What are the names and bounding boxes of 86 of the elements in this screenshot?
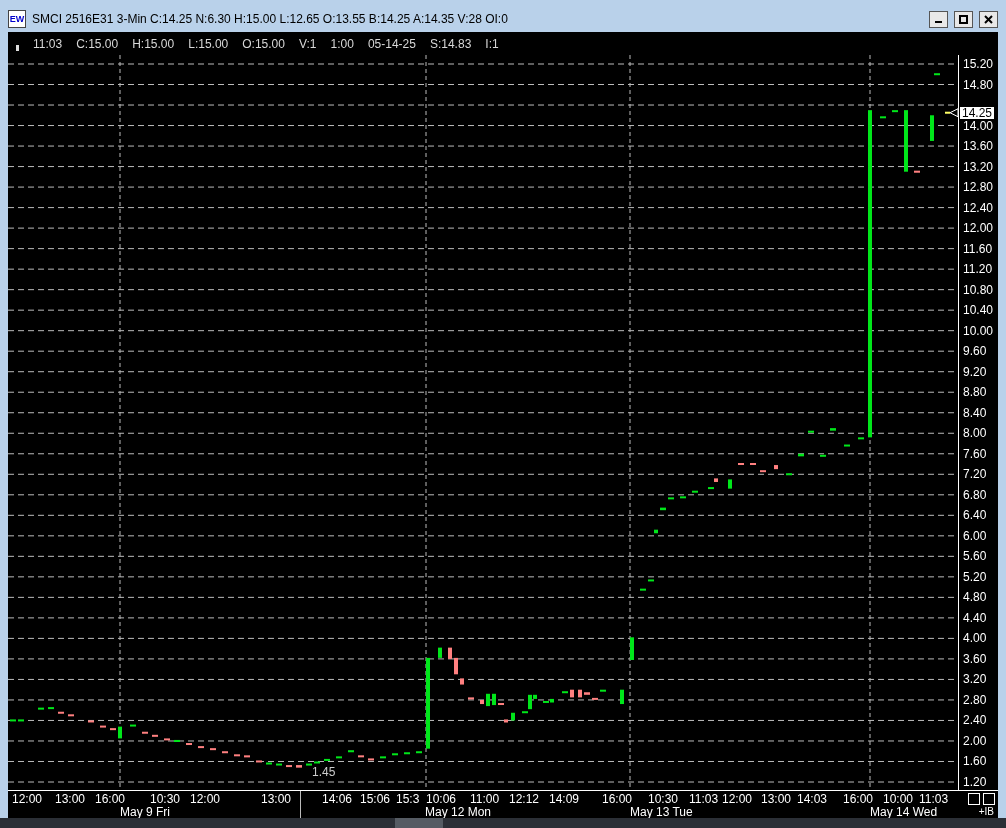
price-label: 6.00: [963, 529, 987, 542]
info-value: 1:00: [330, 35, 354, 53]
time-label: 12:00: [190, 792, 221, 806]
price-label: 12.40: [963, 201, 994, 214]
time-label: 14:09: [549, 792, 580, 806]
info-value: O:15.00: [242, 35, 285, 53]
price-label: 7.20: [963, 468, 987, 481]
date-label: May 9 Fri: [120, 805, 170, 819]
scrollbar-thumb[interactable]: [395, 818, 443, 828]
panel-toggle-button[interactable]: [983, 793, 995, 805]
price-label: 1.20: [963, 776, 987, 788]
price-label: 11.60: [963, 242, 993, 255]
price-label: 5.60: [963, 550, 987, 563]
last-price-tick: [945, 111, 950, 114]
price-label: 9.20: [963, 365, 987, 378]
time-label: 11:00: [470, 792, 500, 806]
time-label: 16:00: [602, 792, 633, 806]
price-label: 14.00: [963, 119, 994, 132]
info-value: H:15.00: [132, 35, 175, 53]
price-label: 10.40: [963, 304, 994, 317]
price-label: 4.00: [963, 632, 987, 645]
time-label: 14:06: [322, 792, 353, 806]
time-label: 12:12: [509, 792, 540, 806]
close-button[interactable]: [979, 11, 998, 28]
date-label: May 13 Tue: [630, 805, 693, 819]
time-label: 11:03: [689, 792, 719, 806]
price-label: 8.00: [963, 427, 987, 440]
maximize-icon: [959, 15, 968, 24]
time-label: 15:3: [396, 792, 420, 806]
time-label: 10:30: [150, 792, 181, 806]
price-label: 8.40: [963, 406, 987, 419]
price-label: 6.40: [963, 509, 987, 522]
panel-toggle-button[interactable]: [968, 793, 980, 805]
price-label: 3.60: [963, 652, 987, 665]
info-value: I:1: [485, 35, 499, 53]
info-value: C:15.00: [76, 35, 119, 53]
price-label: 14.80: [963, 78, 994, 91]
time-label: 13:00: [261, 792, 292, 806]
time-label: 12:00: [722, 792, 753, 806]
time-label: 11:03: [919, 792, 949, 806]
time-label: 10:30: [648, 792, 679, 806]
price-label: 13.60: [963, 140, 994, 153]
maximize-button[interactable]: [954, 11, 973, 28]
price-label: 5.20: [963, 570, 987, 583]
price-label: 3.20: [963, 673, 987, 686]
app-icon: EW: [8, 10, 26, 28]
price-label: 2.00: [963, 734, 987, 747]
last-price-marker: 14.25: [960, 106, 995, 119]
cursor-mark: [16, 44, 19, 51]
price-label: 12.80: [963, 181, 994, 194]
time-label: 13:00: [55, 792, 86, 806]
price-label: 9.60: [963, 345, 987, 358]
price-label: 2.80: [963, 693, 987, 706]
price-label: 10.80: [963, 283, 994, 296]
info-value: L:15.00: [188, 35, 229, 53]
time-label: 15:06: [360, 792, 391, 806]
info-value: 11:03: [33, 35, 63, 53]
price-label: 15.20: [963, 58, 994, 70]
price-label: 8.80: [963, 386, 987, 399]
corner-label: +IB: [978, 805, 994, 818]
low-price-label: 1.45: [312, 764, 336, 779]
info-value: 05-14-25: [367, 35, 416, 53]
price-label: 7.60: [963, 447, 987, 460]
date-label: May 14 Wed: [870, 805, 938, 819]
time-label: 14:03: [797, 792, 828, 806]
price-label: 4.80: [963, 591, 987, 604]
date-label: May 12 Mon: [425, 805, 492, 819]
time-label: 16:00: [95, 792, 126, 806]
price-label: 10.00: [963, 324, 994, 337]
window-title: SMCI 2516E31 3-Min C:14.25 N:6.30 H:15.00 L:12.65 O:13.55 B:14.25 A:14.35 V:28 OI:0: [32, 11, 509, 28]
time-label: 10:06: [426, 792, 457, 806]
time-label: 12:00: [12, 792, 43, 806]
price-label: 13.20: [963, 160, 994, 173]
price-label: 4.40: [963, 611, 987, 624]
price-label: 6.80: [963, 488, 987, 501]
close-icon: [984, 15, 993, 24]
price-label: 1.60: [963, 755, 987, 768]
time-label: 10:00: [883, 792, 914, 806]
info-value: S:14.83: [429, 35, 472, 53]
price-label: 12.00: [963, 222, 994, 235]
minimize-button[interactable]: [929, 11, 948, 28]
time-label: 13:00: [761, 792, 792, 806]
time-label: 16:00: [843, 792, 874, 806]
info-value: V:1: [298, 35, 317, 53]
price-label: 2.40: [963, 714, 987, 727]
price-label: 11.20: [963, 263, 993, 276]
